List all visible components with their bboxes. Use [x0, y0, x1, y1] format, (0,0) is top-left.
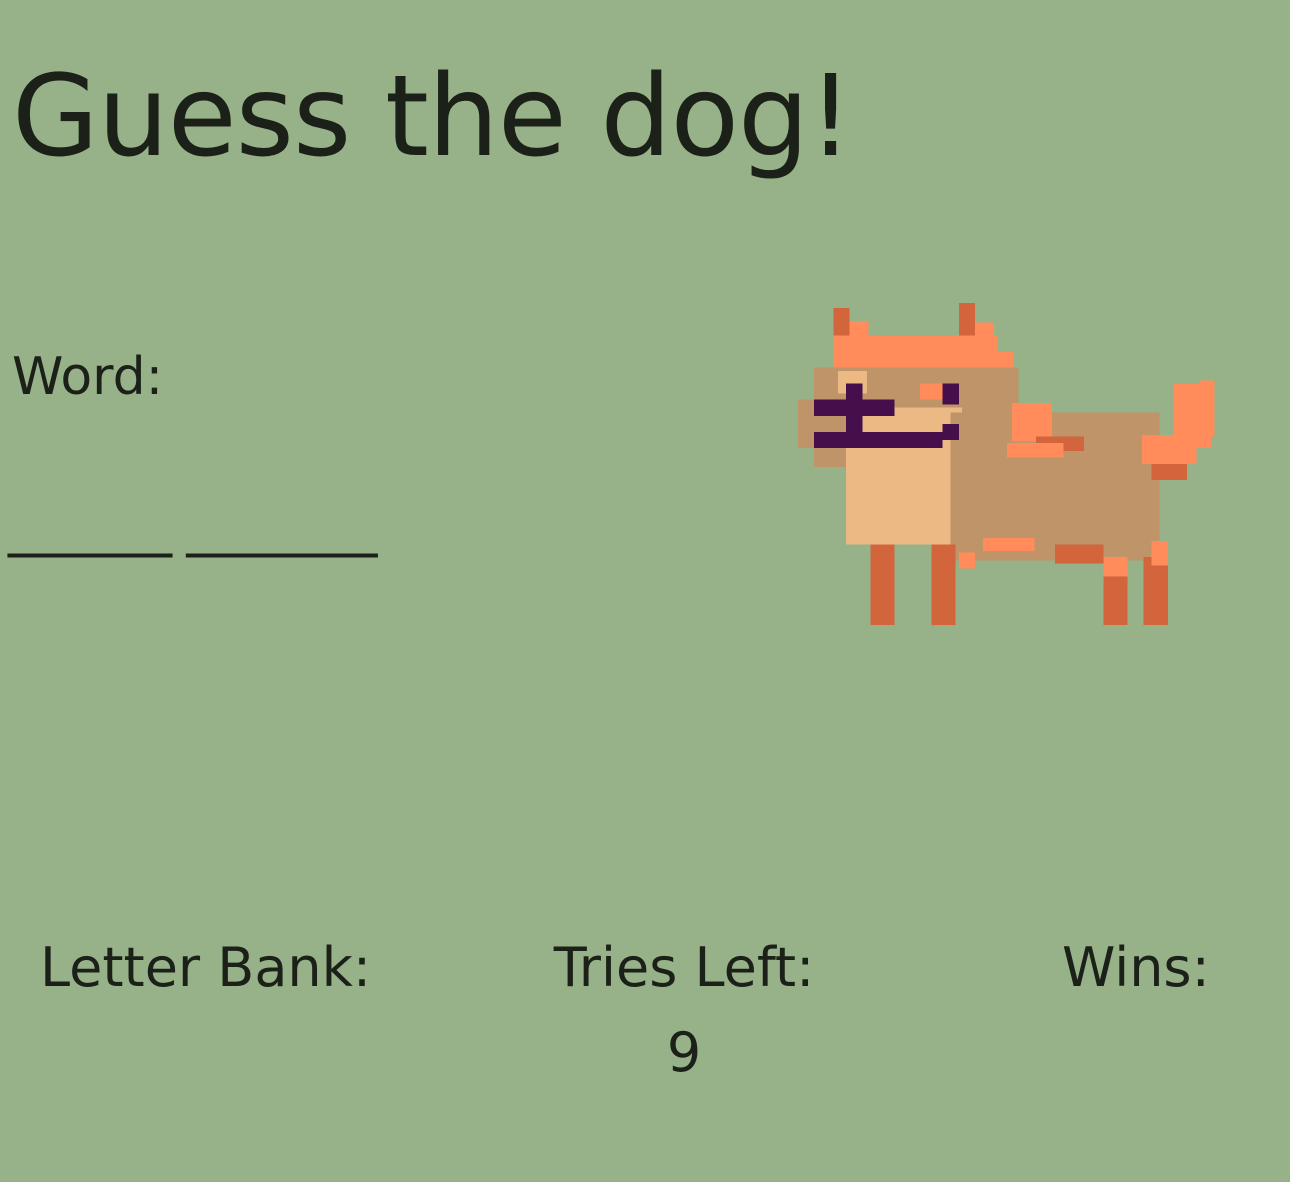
- letter-bank-label: Letter Bank:: [40, 936, 372, 999]
- wins: Wins:: [1062, 936, 1210, 1085]
- tries-left-value: 9: [666, 1020, 702, 1084]
- wins-label: Wins:: [1062, 936, 1210, 999]
- pixel-dog-icon: [798, 303, 1215, 625]
- word-blanks: ______ _______: [8, 490, 377, 558]
- wins-value: [1062, 1021, 1210, 1085]
- letter-bank-value: [40, 1021, 371, 1085]
- page-title: Guess the dog!: [12, 52, 853, 182]
- tries-left: Tries Left: 9: [541, 936, 827, 1086]
- letter-bank: Letter Bank:: [40, 936, 371, 1085]
- word-label: Word:: [12, 347, 164, 407]
- tries-left-label: Tries Left:: [553, 936, 815, 999]
